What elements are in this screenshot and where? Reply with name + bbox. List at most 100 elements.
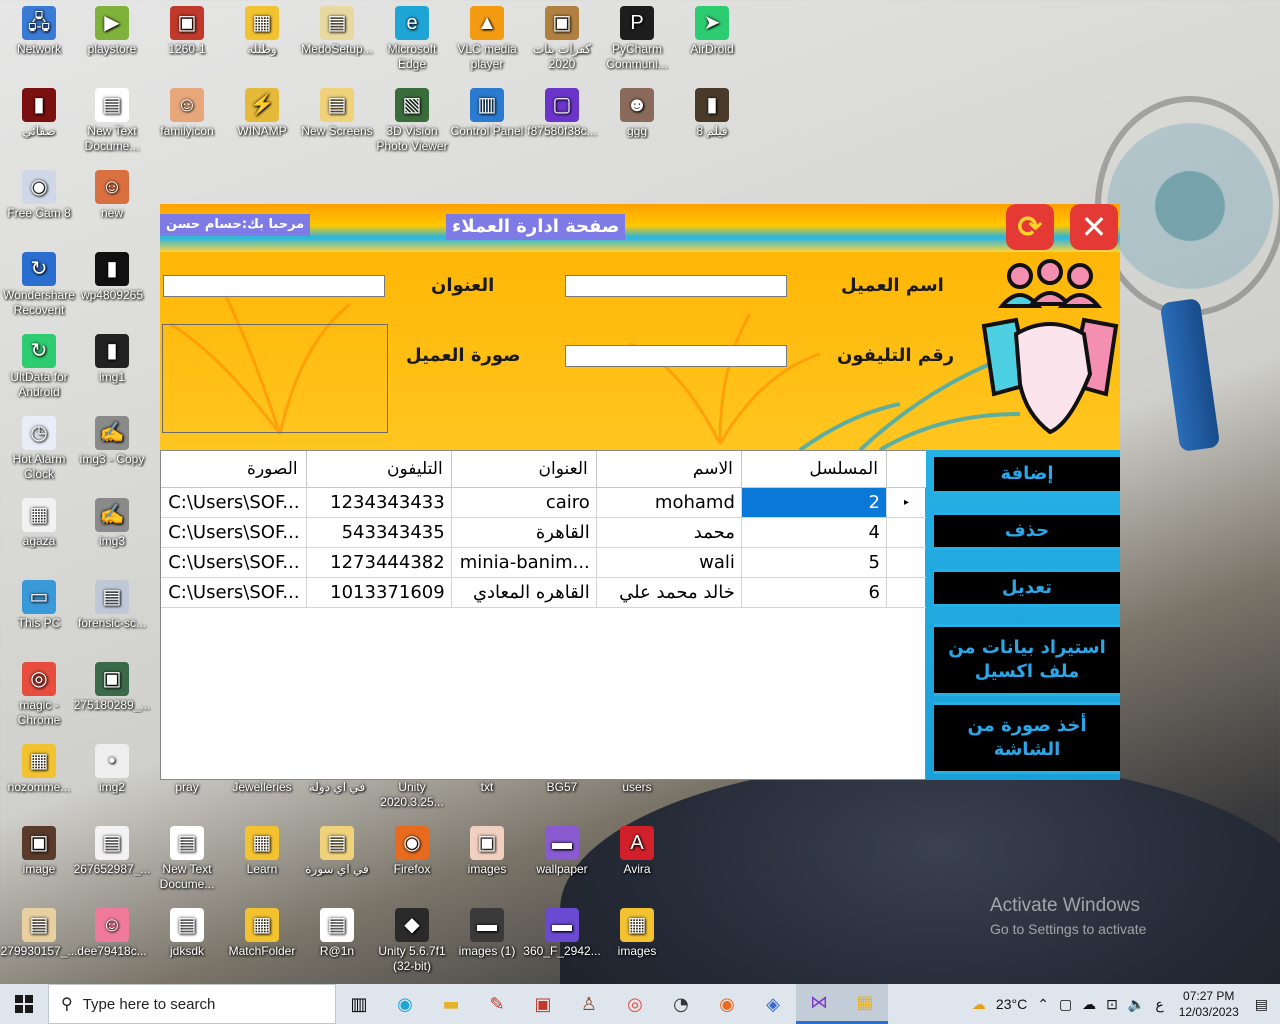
desktop-icon[interactable]: ▬ wallpaper (523, 826, 601, 877)
app-taskbar-icon[interactable]: ♙ (566, 984, 612, 1024)
desktop-icon[interactable]: ⚡ WINAMP (223, 88, 301, 139)
edge-taskbar-icon[interactable]: ◉ (382, 984, 428, 1024)
desktop-icon[interactable]: A Avira (598, 826, 676, 877)
desktop-icon[interactable]: ▧ 3D Vision Photo Viewer (373, 88, 451, 154)
desktop-icon[interactable]: e Microsoft Edge (373, 6, 451, 72)
desktop-icon[interactable]: ◉ Free Cam 8 (0, 170, 78, 221)
cell-name[interactable]: wali (596, 547, 742, 578)
phone-field[interactable] (565, 345, 787, 367)
desktop-icon[interactable]: • img2 (73, 744, 151, 795)
desktop-icon[interactable]: ✍ img3 (73, 498, 151, 549)
desktop-icon[interactable]: ☺ familyicon (148, 88, 226, 139)
edit-button[interactable]: تعديل (934, 569, 1120, 607)
desktop-icon[interactable]: ▶ playstore (73, 6, 151, 57)
desktop-icon[interactable]: ▤ jdksdk (148, 908, 226, 959)
desktop-icon[interactable]: ➤ AirDroid (673, 6, 751, 57)
recorder-taskbar-icon[interactable]: ▣ (520, 984, 566, 1024)
cell-phone[interactable]: 543343435 (306, 517, 452, 548)
cell-serial[interactable]: 4 (741, 517, 887, 548)
cell-address[interactable]: minia-banim... (451, 547, 597, 578)
meet-icon[interactable]: ▢ (1054, 996, 1077, 1013)
add-button[interactable]: إضافة (934, 454, 1120, 494)
desktop-icon[interactable]: ▣ images (448, 826, 526, 877)
screenshot-button[interactable]: أخذ صورة من الشاشة (934, 702, 1120, 774)
chrome-taskbar-icon[interactable]: ◎ (612, 984, 658, 1024)
address-field[interactable] (163, 275, 385, 297)
desktop-icon[interactable]: ▬ images (1) (448, 908, 526, 959)
cell-phone[interactable]: 1234343433 (306, 487, 452, 518)
desktop-icon[interactable]: ▥ Control Panel (448, 88, 526, 139)
cell-photo[interactable]: C:\Users\SOF... (161, 547, 307, 578)
row-header[interactable] (886, 517, 928, 548)
desktop-icon[interactable]: ▤ R@1n (298, 908, 376, 959)
desktop-icon[interactable]: ▦ agaza (0, 498, 78, 549)
cell-photo[interactable]: C:\Users\SOF... (161, 487, 307, 518)
cell-serial[interactable]: 5 (741, 547, 887, 578)
desktop-icon[interactable]: ▲ VLC media player (448, 6, 526, 72)
paint-taskbar-icon[interactable]: ✎ (474, 984, 520, 1024)
desktop-icon[interactable]: ▮ img1 (73, 334, 151, 385)
cell-serial[interactable]: 2 (741, 487, 887, 518)
table-row[interactable]: C:\Users\SOF... 543343435 القاهرة محمد 4 (161, 517, 928, 548)
row-header[interactable] (886, 577, 928, 608)
column-header-photo[interactable]: الصورة (161, 451, 307, 488)
start-button[interactable] (0, 984, 48, 1024)
clock[interactable]: 07:27 PM 12/03/2023 (1169, 988, 1249, 1020)
column-header-phone[interactable]: التليفون (306, 451, 452, 488)
desktop-icon[interactable]: ▣ 275180289_... (73, 662, 151, 713)
file-explorer-icon[interactable]: ▬ (428, 984, 474, 1024)
visual-studio-code-taskbar-icon[interactable]: ◈ (750, 984, 796, 1024)
desktop-icon[interactable]: ▦ nozomme... (0, 744, 78, 795)
import-excel-button[interactable]: استيراد بيانات من ملف اكسيل (934, 624, 1120, 696)
customer-name-field[interactable] (565, 275, 787, 297)
desktop-icon[interactable]: ▦ images (598, 908, 676, 959)
desktop-icon[interactable]: ◷ Hot Alarm Clock (0, 416, 78, 482)
desktop-icon[interactable]: ▬ 360_F_2942... (523, 908, 601, 959)
desktop-icon[interactable]: ▣ كفرات بنات 2020 (523, 6, 601, 72)
desktop-icon[interactable]: ▤ New Text Docume... (148, 826, 226, 892)
column-header-address[interactable]: العنوان (451, 451, 597, 488)
delete-button[interactable]: حذف (934, 512, 1120, 550)
obs-taskbar-icon[interactable]: ◔ (658, 984, 704, 1024)
winforms-app-taskbar-icon[interactable]: ▦ (842, 984, 888, 1024)
refresh-button[interactable]: ⟳ (1006, 204, 1054, 250)
row-header[interactable] (886, 547, 928, 578)
network-icon[interactable]: ⊡ (1101, 996, 1123, 1013)
cell-phone[interactable]: 1013371609 (306, 577, 452, 608)
desktop-icon[interactable]: ▦ MatchFolder (223, 908, 301, 959)
onedrive-icon[interactable]: ☁ (1077, 996, 1101, 1013)
desktop-icon[interactable]: ↻ UltData for Android (0, 334, 78, 400)
customers-grid[interactable]: الصورة التليفون العنوان الاسم المسلسل C:… (160, 450, 928, 780)
cell-address[interactable]: القاهرة (451, 517, 597, 548)
desktop-icon[interactable]: ▮ wp4809265 (73, 252, 151, 303)
chevron-up-icon[interactable]: ⌃ (1032, 996, 1054, 1013)
desktop-icon[interactable]: ◉ Firefox (373, 826, 451, 877)
desktop-icon[interactable]: ▤ New Screens (298, 88, 376, 139)
taskbar-search[interactable]: ⚲ Type here to search (48, 984, 336, 1024)
desktop-icon[interactable]: 🖧 Network (0, 6, 78, 57)
task-view-icon[interactable]: ▥ (336, 984, 382, 1024)
desktop-icon[interactable]: ▤ في اي سورة (298, 826, 376, 877)
notifications-icon[interactable]: ▤ (1249, 996, 1280, 1013)
customer-photo-box[interactable] (162, 324, 388, 433)
desktop-icon[interactable]: ▤ 279930157_... (0, 908, 78, 959)
desktop-icon[interactable]: ↻ Wondershare Recoverit (0, 252, 78, 318)
cell-serial[interactable]: 6 (741, 577, 887, 608)
cell-photo[interactable]: C:\Users\SOF... (161, 577, 307, 608)
visual-studio-taskbar-icon[interactable]: ⋈ (796, 984, 842, 1024)
column-header-serial[interactable]: المسلسل (741, 451, 887, 488)
desktop-icon[interactable]: ▢ f87580f38c... (523, 88, 601, 139)
desktop-icon[interactable]: ▣ image (0, 826, 78, 877)
desktop-icon[interactable]: ▤ forensic-sc... (73, 580, 151, 631)
desktop-icon[interactable]: ☺ dee79418c... (73, 908, 151, 959)
weather-temp[interactable]: 23°C (991, 996, 1032, 1012)
desktop-icon[interactable]: ☺ new (73, 170, 151, 221)
cell-name[interactable]: خالد محمد علي (596, 577, 742, 608)
firefox-taskbar-icon[interactable]: ◉ (704, 984, 750, 1024)
cell-photo[interactable]: C:\Users\SOF... (161, 517, 307, 548)
desktop-icon[interactable]: ▤ MedoSetup... (298, 6, 376, 57)
volume-icon[interactable]: 🔈 (1123, 996, 1150, 1013)
cell-address[interactable]: القاهره المعادي (451, 577, 597, 608)
desktop-icon[interactable]: ☻ ggg (598, 88, 676, 139)
cell-name[interactable]: mohamd (596, 487, 742, 518)
